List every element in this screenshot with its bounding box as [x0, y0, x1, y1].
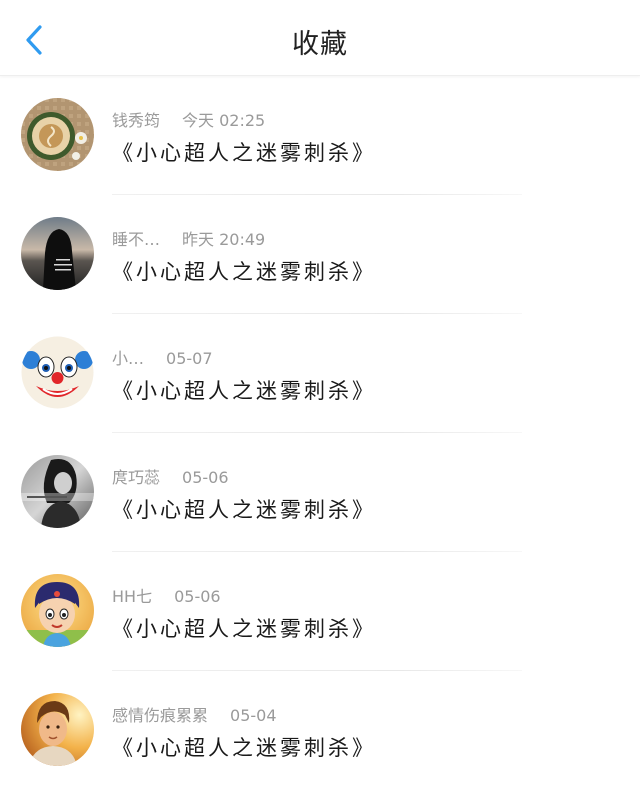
timestamp: 今天 02:25: [182, 111, 266, 130]
favorite-item[interactable]: 感情伤痕累累 05-04 《小心超人之迷雾刺杀》: [0, 671, 640, 790]
item-meta: 小… 05-07: [112, 345, 213, 369]
item-meta: 钱秀筠 今天 02:25: [112, 107, 265, 131]
page-title: 收藏: [292, 29, 348, 60]
author-name[interactable]: 小…: [112, 349, 144, 368]
item-meta: HH七 05-06: [112, 583, 221, 607]
timestamp: 昨天 20:49: [182, 230, 266, 249]
favorite-content[interactable]: 《小心超人之迷雾刺杀》: [112, 613, 376, 643]
favorite-item[interactable]: 睡不… 昨天 20:49 《小心超人之迷雾刺杀》: [0, 195, 640, 314]
favorite-item[interactable]: 庹巧蕊 05-06 《小心超人之迷雾刺杀》: [0, 433, 640, 552]
coffee-latte-avatar[interactable]: [21, 98, 94, 171]
bw-portrait-avatar[interactable]: [21, 455, 94, 528]
hooded-figure-avatar[interactable]: [21, 217, 94, 290]
author-name[interactable]: 庹巧蕊: [112, 468, 160, 487]
favorite-content[interactable]: 《小心超人之迷雾刺杀》: [112, 256, 376, 286]
item-meta: 庹巧蕊 05-06: [112, 464, 229, 488]
favorites-list: 钱秀筠 今天 02:25 《小心超人之迷雾刺杀》 睡不… 昨天 20:49 《小…: [0, 76, 640, 790]
favorite-content[interactable]: 《小心超人之迷雾刺杀》: [112, 494, 376, 524]
timestamp: 05-06: [182, 468, 229, 487]
timestamp: 05-07: [166, 349, 213, 368]
item-meta: 睡不… 昨天 20:49: [112, 226, 265, 250]
favorite-item[interactable]: 小… 05-07 《小心超人之迷雾刺杀》: [0, 314, 640, 433]
item-meta: 感情伤痕累累 05-04: [112, 702, 277, 726]
author-name[interactable]: HH七: [112, 587, 152, 606]
author-name[interactable]: 感情伤痕累累: [112, 706, 208, 725]
author-name[interactable]: 睡不…: [112, 230, 160, 249]
favorite-content[interactable]: 《小心超人之迷雾刺杀》: [112, 375, 376, 405]
clown-face-avatar[interactable]: [21, 336, 94, 409]
timestamp: 05-06: [174, 587, 221, 606]
top-bar: 收藏: [0, 0, 640, 76]
favorite-item[interactable]: HH七 05-06 《小心超人之迷雾刺杀》: [0, 552, 640, 671]
timestamp: 05-04: [230, 706, 277, 725]
cartoon-character-avatar[interactable]: [21, 574, 94, 647]
favorite-item[interactable]: 钱秀筠 今天 02:25 《小心超人之迷雾刺杀》: [0, 76, 640, 195]
sunlit-portrait-avatar[interactable]: [21, 693, 94, 766]
favorite-content[interactable]: 《小心超人之迷雾刺杀》: [112, 732, 376, 762]
favorite-content[interactable]: 《小心超人之迷雾刺杀》: [112, 137, 376, 167]
author-name[interactable]: 钱秀筠: [112, 111, 160, 130]
